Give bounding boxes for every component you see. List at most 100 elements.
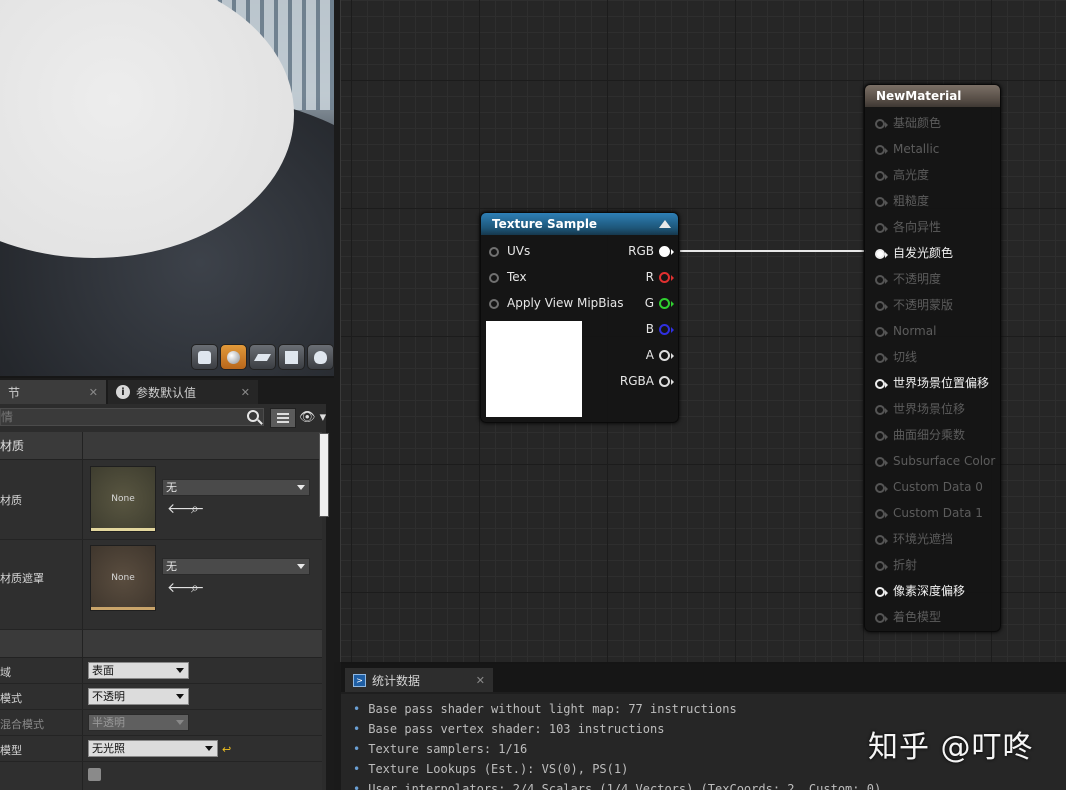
material-input-pin[interactable]: 不透明蒙版 bbox=[875, 297, 953, 313]
view-options-button[interactable] bbox=[270, 408, 296, 428]
section-material[interactable]: 材质 bbox=[0, 432, 322, 460]
search-placeholder: 情 bbox=[1, 410, 14, 424]
reset-to-default-icon[interactable]: ↩ bbox=[222, 743, 232, 756]
material-input-pin[interactable]: Custom Data 1 bbox=[875, 505, 983, 521]
cylinder-preview-button[interactable] bbox=[191, 344, 218, 370]
material-input-pin[interactable]: 折射 bbox=[875, 557, 917, 573]
use-selected-arrow-icon[interactable]: 🡐 bbox=[167, 581, 205, 595]
close-icon[interactable]: ✕ bbox=[476, 674, 485, 687]
prop-domain-label: 域 bbox=[0, 666, 11, 679]
cube-preview-button[interactable] bbox=[278, 344, 305, 370]
sphere-icon bbox=[227, 350, 240, 364]
tab-details-label: 节 bbox=[8, 385, 21, 400]
details-search-input[interactable]: 情 bbox=[0, 408, 264, 426]
material-input-pin[interactable]: 各向异性 bbox=[875, 219, 941, 235]
pin-label: R bbox=[645, 270, 654, 284]
material-input-pin[interactable]: Metallic bbox=[875, 141, 939, 157]
pin-label: 世界场景位移 bbox=[893, 402, 966, 416]
material-input-pin[interactable]: Subsurface Color bbox=[875, 453, 995, 469]
output-pin-a[interactable]: A bbox=[645, 347, 674, 363]
material-input-pin[interactable]: 曲面细分乘数 bbox=[875, 427, 965, 443]
tab-details[interactable]: 节 ✕ bbox=[0, 380, 106, 404]
texture-preview-thumbnail bbox=[486, 321, 582, 417]
column-divider bbox=[82, 460, 83, 539]
output-pin-g[interactable]: G bbox=[645, 295, 674, 311]
two-sided-checkbox[interactable] bbox=[88, 768, 101, 781]
pin-label: 折射 bbox=[893, 558, 918, 572]
material-preview-viewport[interactable] bbox=[0, 0, 334, 376]
material-input-pin[interactable]: Custom Data 0 bbox=[875, 479, 983, 495]
asset-picker-dropdown[interactable]: 无 bbox=[162, 479, 310, 496]
pin-icon bbox=[875, 508, 888, 519]
asset-picker-dropdown[interactable]: 无 bbox=[162, 558, 310, 575]
details-search-row: 情 👁 ▾ bbox=[0, 406, 334, 430]
pin-icon bbox=[875, 144, 888, 155]
close-icon[interactable]: ✕ bbox=[241, 386, 250, 399]
column-divider bbox=[82, 736, 83, 761]
material-input-pin[interactable]: 基础颜色 bbox=[875, 115, 941, 131]
browse-search-icon[interactable]: ⌕ bbox=[191, 502, 205, 516]
details-scrollbar[interactable] bbox=[319, 433, 329, 517]
teapot-preview-button[interactable] bbox=[307, 344, 334, 370]
input-pin-uvs[interactable]: UVs bbox=[489, 243, 530, 259]
material-input-pin[interactable]: 世界场景位置偏移 bbox=[875, 375, 989, 391]
pin-label: 切线 bbox=[893, 350, 918, 364]
shading-model-dropdown[interactable]: 无光照 bbox=[88, 740, 218, 757]
stat-line: • Texture Lookups (Est.): VS(0), PS(1) bbox=[353, 762, 628, 776]
material-input-pin[interactable]: 不透明度 bbox=[875, 271, 941, 287]
prop-material-mask-label: 材质遮罩 bbox=[0, 572, 44, 585]
column-divider bbox=[82, 710, 83, 735]
graph-splitter[interactable] bbox=[334, 0, 341, 662]
pin-label: A bbox=[645, 348, 654, 362]
pin-label: 着色模型 bbox=[893, 610, 942, 624]
pin-icon bbox=[875, 378, 888, 389]
material-input-pin[interactable]: 高光度 bbox=[875, 167, 929, 183]
material-input-pin[interactable]: 自发光颜色 bbox=[875, 245, 953, 261]
stat-text: Base pass shader without light map: 77 i… bbox=[368, 702, 737, 716]
browse-search-icon[interactable]: ⌕ bbox=[191, 581, 205, 595]
material-input-pin[interactable]: 粗糙度 bbox=[875, 193, 929, 209]
stat-line: • Texture samplers: 1/16 bbox=[353, 742, 527, 756]
output-pin-b[interactable]: B bbox=[646, 321, 674, 337]
output-pin-rgb[interactable]: RGB bbox=[628, 243, 674, 259]
section-material-settings[interactable] bbox=[0, 630, 322, 658]
cube-icon bbox=[285, 350, 298, 364]
material-result-node[interactable]: NewMaterial 基础颜色 Metallic 高光度 粗糙度 各向异性 自发光颜色不… bbox=[864, 84, 1001, 632]
material-input-pin[interactable]: 像素深度偏移 bbox=[875, 583, 965, 599]
material-input-pin[interactable]: 着色模型 bbox=[875, 609, 941, 625]
input-pin-tex[interactable]: Tex bbox=[489, 269, 527, 285]
tab-stats[interactable]: > 统计数据 ✕ bbox=[345, 668, 493, 692]
plane-icon bbox=[253, 353, 272, 361]
stat-line: • Base pass vertex shader: 103 instructio… bbox=[353, 722, 664, 736]
use-selected-arrow-icon[interactable]: 🡐 bbox=[167, 502, 205, 516]
pin-icon bbox=[875, 326, 888, 337]
texture-sample-node[interactable]: Texture Sample UVs Tex Apply View MipBia… bbox=[480, 212, 679, 423]
material-input-pin[interactable]: 切线 bbox=[875, 349, 917, 365]
pin-label: Normal bbox=[893, 324, 937, 338]
visibility-dropdown[interactable]: 👁 ▾ bbox=[299, 410, 326, 425]
chevron-down-icon bbox=[297, 485, 305, 490]
material-input-pin[interactable]: 世界场景位移 bbox=[875, 401, 965, 417]
output-pin-r[interactable]: R bbox=[645, 269, 674, 285]
sphere-preview-button[interactable] bbox=[220, 344, 247, 370]
texture-thumbnail[interactable]: None bbox=[90, 466, 156, 532]
close-icon[interactable]: ✕ bbox=[89, 386, 98, 399]
pin-label: Custom Data 1 bbox=[893, 506, 983, 520]
pin-label: 世界场景位置偏移 bbox=[893, 376, 990, 390]
texture-thumbnail[interactable]: None bbox=[90, 545, 156, 611]
pin-icon bbox=[875, 274, 888, 285]
bullet-icon: • bbox=[353, 722, 361, 736]
tab-parameter-defaults[interactable]: i 参数默认值 ✕ bbox=[108, 380, 258, 404]
domain-dropdown[interactable]: 表面 bbox=[88, 662, 189, 679]
plane-preview-button[interactable] bbox=[249, 344, 276, 370]
material-input-pin[interactable]: Normal bbox=[875, 323, 936, 339]
blend-mode-dropdown[interactable]: 不透明 bbox=[88, 688, 189, 705]
pin-icon bbox=[875, 352, 888, 363]
thumbnail-text: None bbox=[111, 494, 135, 504]
stat-text: User interpolators: 2/4 Scalars (1/4 Vec… bbox=[368, 782, 882, 790]
material-input-pin[interactable]: 环境光遮挡 bbox=[875, 531, 953, 547]
output-pin-rgba[interactable]: RGBA bbox=[620, 373, 674, 389]
input-pin-mipbias[interactable]: Apply View MipBias bbox=[489, 295, 623, 311]
pin-icon bbox=[875, 534, 888, 545]
collapse-triangle-icon[interactable] bbox=[659, 220, 671, 228]
